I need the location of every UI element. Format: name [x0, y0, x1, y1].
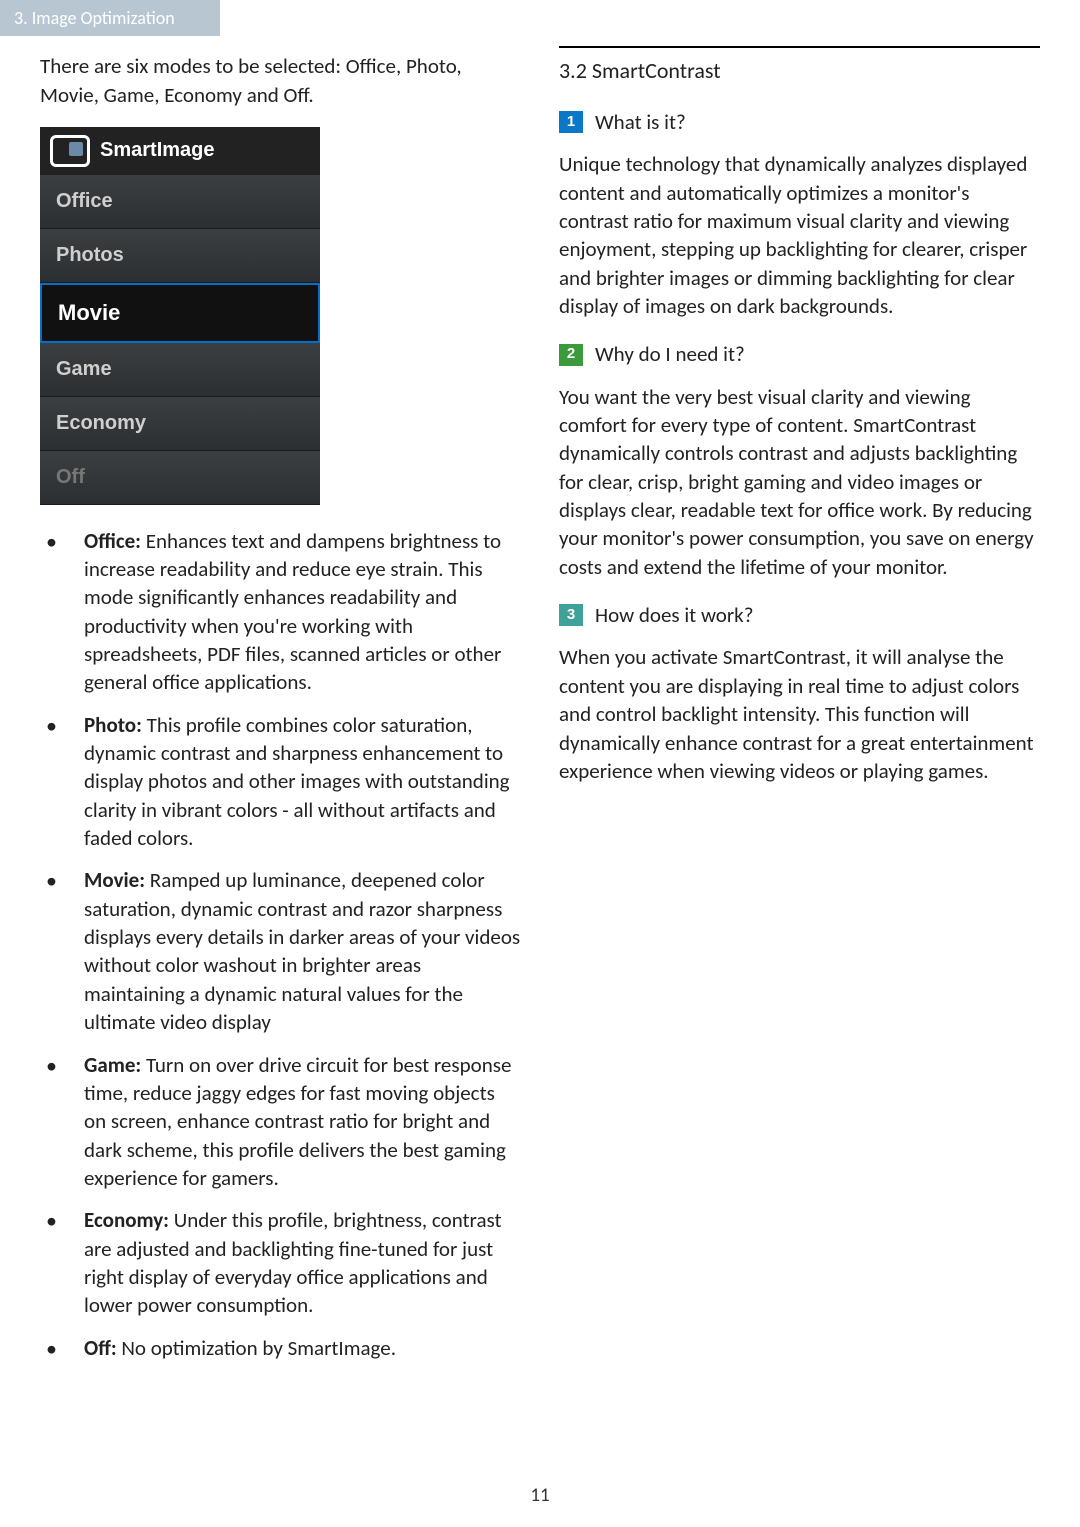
- paragraph: When you activate SmartContrast, it will…: [559, 643, 1040, 785]
- question-how-work: 3 How does it work?: [559, 601, 1040, 629]
- question-label: Why do I need it?: [595, 340, 745, 368]
- intro-text: There are six modes to be selected: Offi…: [40, 52, 521, 109]
- mode-desc: Turn on over drive circuit for best resp…: [84, 1052, 511, 1191]
- question-why-need-it: 2 Why do I need it?: [559, 340, 1040, 368]
- left-column: There are six modes to be selected: Offi…: [40, 46, 529, 1376]
- mode-term: Game:: [84, 1052, 141, 1078]
- breadcrumb: 3. Image Optimization: [0, 0, 220, 36]
- section-number: 3.2: [559, 57, 587, 84]
- page-number: 11: [0, 1483, 1080, 1509]
- osd-title: SmartImage: [100, 137, 215, 164]
- step-badge-2: 2: [559, 344, 583, 366]
- smartimage-osd-menu: SmartImage Office Photos Movie Game Econ…: [40, 127, 320, 505]
- list-item: Office: Enhances text and dampens bright…: [68, 527, 521, 697]
- mode-desc: Ramped up luminance, deepened color satu…: [84, 867, 520, 1035]
- step-badge-1: 1: [559, 111, 583, 133]
- mode-term: Off:: [84, 1335, 117, 1361]
- list-item: Economy: Under this profile, brightness,…: [68, 1206, 521, 1319]
- osd-item-office[interactable]: Office: [40, 175, 320, 229]
- section-title: 3.2 SmartContrast: [559, 56, 1040, 86]
- list-item: Game: Turn on over drive circuit for bes…: [68, 1051, 521, 1193]
- osd-item-game[interactable]: Game: [40, 343, 320, 397]
- osd-item-photos[interactable]: Photos: [40, 229, 320, 283]
- mode-descriptions: Office: Enhances text and dampens bright…: [40, 527, 521, 1362]
- section-name: SmartContrast: [592, 57, 721, 84]
- osd-item-economy[interactable]: Economy: [40, 397, 320, 451]
- section-rule: [559, 46, 1040, 48]
- mode-term: Photo:: [84, 712, 142, 738]
- right-column: 3.2 SmartContrast 1 What is it? Unique t…: [559, 46, 1040, 1376]
- list-item: Movie: Ramped up luminance, deepened col…: [68, 866, 521, 1036]
- question-label: How does it work?: [595, 601, 753, 629]
- mode-desc: This profile combines color saturation, …: [84, 712, 510, 851]
- mode-term: Office:: [84, 528, 141, 554]
- list-item: Photo: This profile combines color satur…: [68, 711, 521, 853]
- paragraph: You want the very best visual clarity an…: [559, 383, 1040, 581]
- smartimage-icon: [50, 135, 90, 167]
- mode-desc: No optimization by SmartImage.: [117, 1335, 396, 1361]
- page-content: There are six modes to be selected: Offi…: [0, 36, 1080, 1376]
- question-label: What is it?: [595, 108, 686, 136]
- list-item: Off: No optimization by SmartImage.: [68, 1334, 521, 1362]
- step-badge-3: 3: [559, 604, 583, 626]
- osd-item-off[interactable]: Off: [40, 451, 320, 505]
- mode-term: Economy:: [84, 1207, 169, 1233]
- question-what-is-it: 1 What is it?: [559, 108, 1040, 136]
- osd-header: SmartImage: [40, 127, 320, 175]
- mode-desc: Enhances text and dampens brightness to …: [84, 528, 501, 696]
- mode-term: Movie:: [84, 867, 145, 893]
- osd-item-movie[interactable]: Movie: [40, 283, 320, 343]
- paragraph: Unique technology that dynamically analy…: [559, 150, 1040, 320]
